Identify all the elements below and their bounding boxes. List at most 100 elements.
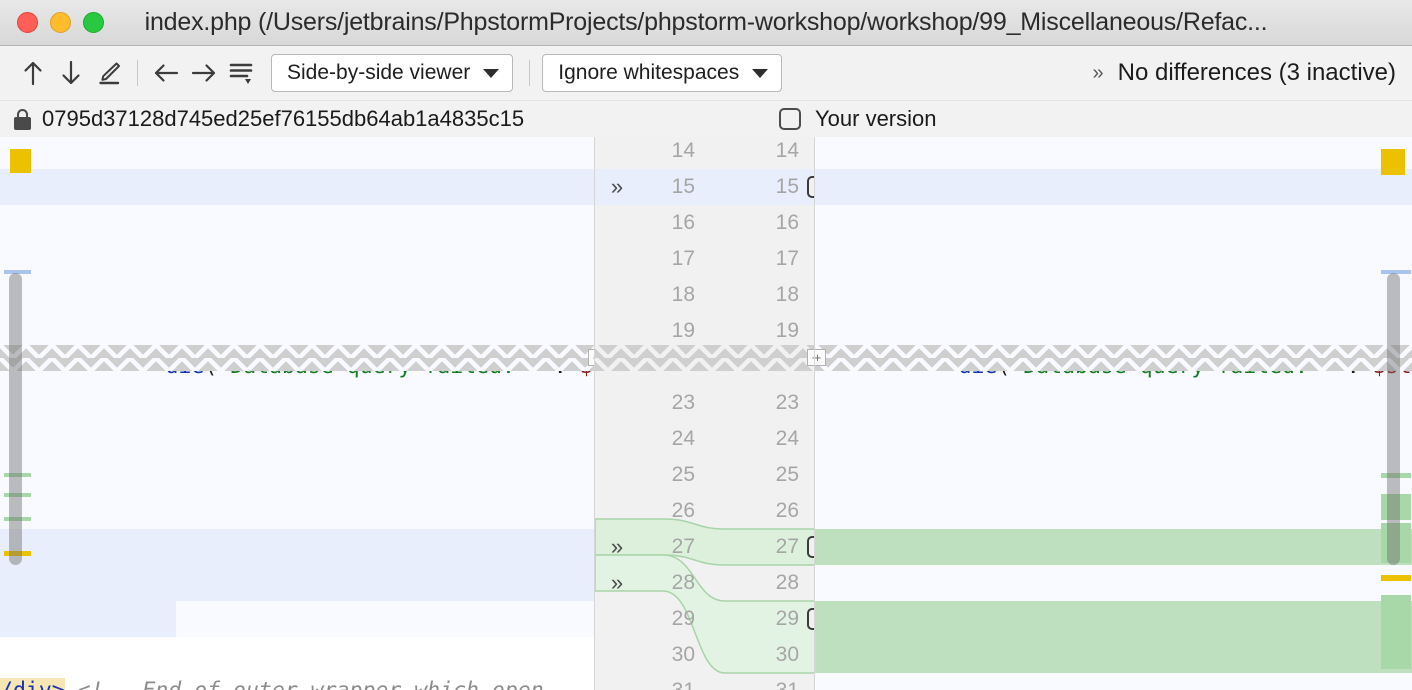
right-line-number: 16	[775, 211, 799, 234]
code-line: } else {	[0, 493, 594, 559]
right-line-number: 28	[775, 571, 799, 594]
diff-settings-icon[interactable]	[223, 54, 261, 92]
lock-icon	[14, 108, 31, 130]
left-line-number: 27	[671, 535, 695, 558]
code-line-added: } catch (Exception $e) {	[815, 601, 1412, 667]
code-line: $statement->bind_param('s', $pageid);	[0, 169, 594, 235]
window-title: index.php (/Users/jetbrains/PhpstormProj…	[144, 8, 1268, 36]
viewer-mode-dropdown[interactable]: Side-by-side viewer	[271, 54, 514, 92]
checkbox-unchecked-icon[interactable]	[807, 536, 814, 558]
left-line-number: 16	[671, 211, 695, 234]
code-line: $statement = $databaseconnection->prepa	[0, 137, 594, 199]
folded-region-separator[interactable]	[595, 345, 814, 371]
code-line: echo "<h2>$menulabel</h2> $content"	[0, 457, 594, 523]
left-revision-header: 0795d37128d745ed25ef76155db64ab1a4835c15	[0, 106, 524, 132]
change-marker-modified[interactable]	[1381, 149, 1405, 175]
left-line-number: 24	[671, 427, 695, 450]
code-line: $statement->attr_get(5);	[815, 169, 1412, 235]
right-editor-pane[interactable]: $statement = $databaseconnection->prepar…	[815, 137, 1412, 690]
right-revision-header[interactable]: Your version	[779, 106, 936, 132]
window-title-bar: index.php (/Users/jetbrains/PhpstormProj…	[0, 0, 1412, 46]
right-line-number: 25	[775, 463, 799, 486]
gutter-row: » 27 27	[595, 529, 814, 565]
next-difference-button[interactable]	[52, 54, 90, 92]
change-marker-modified	[1381, 575, 1411, 581]
left-line-number: 19	[671, 319, 695, 342]
gutter-row: 17 17	[595, 241, 814, 277]
right-line-number: 15	[775, 175, 799, 198]
right-line-number: 26	[775, 499, 799, 522]
code-line: echo "<h2>$menulabel</h2> $content";	[815, 457, 1412, 523]
code-line: $statement->fetch();	[0, 421, 594, 487]
checkbox-unchecked-icon[interactable]	[807, 608, 814, 630]
code-line: $statement->execute();	[0, 205, 594, 271]
code-line: $statement->bind_result($menulabel,	[0, 385, 594, 451]
code-line: $statement = $databaseconnection->prepar…	[815, 137, 1412, 199]
apply-change-arrow-icon[interactable]: »	[603, 565, 631, 601]
right-vertical-scrollbar[interactable]	[1387, 273, 1400, 565]
right-line-number: 27	[775, 535, 799, 558]
left-line-number: 25	[671, 463, 695, 486]
apply-change-arrow-icon[interactable]: »	[603, 529, 631, 565]
folded-region-separator[interactable]	[0, 345, 594, 371]
accept-right-button[interactable]	[185, 54, 223, 92]
toolbar-overflow-icon[interactable]: »	[1093, 62, 1104, 85]
code-line: $statement->execute();	[815, 205, 1412, 271]
toolbar-divider	[137, 60, 138, 86]
code-line: ?>	[0, 601, 176, 667]
code-line: /div> <!-- End of outer-wrapper which op…	[0, 673, 594, 690]
right-line-number: 19	[775, 319, 799, 342]
left-line-number: 30	[671, 643, 695, 666]
previous-difference-button[interactable]	[14, 54, 52, 92]
right-line-number: 24	[775, 427, 799, 450]
left-line-number: 31	[639, 673, 695, 690]
expand-fold-icon[interactable]: +	[815, 349, 826, 366]
right-line-number: 31	[743, 673, 799, 690]
gutter-row: 23 23	[595, 385, 814, 421]
right-line-number: 17	[775, 247, 799, 270]
expand-fold-icon[interactable]: +	[807, 349, 814, 366]
whitespace-mode-dropdown[interactable]: Ignore whitespaces	[542, 54, 783, 92]
change-marker-modified[interactable]	[10, 149, 31, 173]
edit-source-button[interactable]	[90, 54, 128, 92]
gutter-row: 16 16	[595, 205, 814, 241]
diff-gutter[interactable]: 14 14 » 15 15 16 16 17 17 18 18 19 19 23	[594, 137, 815, 690]
gutter-row: 24 24	[595, 421, 814, 457]
left-line-number: 26	[671, 499, 695, 522]
code-line-added: try {	[815, 529, 1412, 595]
accept-left-button[interactable]	[147, 54, 185, 92]
chevron-down-icon	[752, 68, 769, 78]
checkbox-unchecked-icon[interactable]	[807, 176, 814, 198]
gutter-row: » 28 28	[595, 565, 814, 601]
viewer-mode-label: Side-by-side viewer	[287, 61, 471, 84]
right-line-number: 29	[775, 607, 799, 630]
code-line: if ($statement->error) {	[815, 277, 1412, 343]
left-vertical-scrollbar[interactable]	[9, 273, 22, 565]
left-line-number: 29	[671, 607, 695, 630]
code-line-added: }	[815, 637, 1412, 690]
right-line-number: 30	[775, 643, 799, 666]
right-line-number: 18	[775, 283, 799, 306]
code-line: }	[815, 673, 1412, 690]
revision-header-row: 0795d37128d745ed25ef76155db64ab1a4835c15…	[0, 101, 1412, 137]
apply-change-arrow-icon[interactable]: »	[603, 169, 631, 205]
left-line-number: 15	[671, 175, 695, 198]
gutter-row: 31 31	[595, 673, 814, 690]
gutter-row: 18 18	[595, 277, 814, 313]
right-line-number: 23	[775, 391, 799, 414]
diff-status-label: No differences (3 inactive)	[1117, 59, 1396, 86]
diff-toolbar: Side-by-side viewer Ignore whitespaces »…	[0, 46, 1412, 101]
folded-region-separator[interactable]	[815, 345, 1412, 371]
gutter-row: 19 19	[595, 313, 814, 349]
gutter-row: 30 30	[595, 637, 814, 673]
checkbox-unchecked-icon[interactable]	[779, 108, 801, 130]
gutter-row: 26 26	[595, 493, 814, 529]
left-editor-pane[interactable]: $statement = $databaseconnection->prepa …	[0, 137, 594, 690]
code-line: echo 'Page Not Found';	[0, 529, 594, 595]
code-line: $statement->bind_result($menulabel, $c	[815, 385, 1412, 451]
left-line-number: 23	[671, 391, 695, 414]
code-line: $statement->store_result();	[0, 241, 594, 307]
code-line: }	[0, 565, 594, 631]
left-revision-label: 0795d37128d745ed25ef76155db64ab1a4835c15	[42, 106, 525, 131]
right-revision-label: Your version	[815, 106, 937, 131]
